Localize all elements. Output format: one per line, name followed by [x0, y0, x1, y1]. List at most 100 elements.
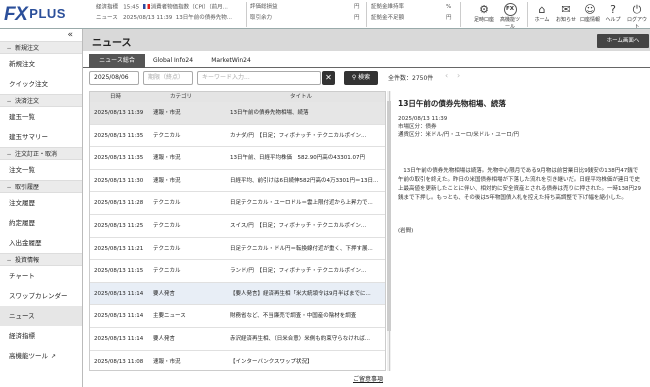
- sidebar-item-order-history[interactable]: 注文履歴: [0, 193, 82, 213]
- detail-title: 13日午前の債券先物相場、続落: [398, 99, 506, 108]
- sidebar-section-new-order[interactable]: − 新規注文: [0, 41, 82, 54]
- table-row[interactable]: 2025/08/13 11:14 主要ニュース 財務省など、不当廉売で調査・中国産の…: [90, 305, 385, 328]
- fx-tools-button[interactable]: FX 高機能ツール: [499, 3, 521, 30]
- tab-global-info24[interactable]: Global Info24: [149, 54, 197, 68]
- margin-ratio-label: 証拠金維持率: [371, 4, 405, 10]
- sidebar: « − 新規注文 新規注文 クイック注文 − 決済注文 建玉一覧 建玉サマリー − 注…: [0, 29, 83, 387]
- ticker-time: 2025/08/13 11:39: [122, 15, 173, 21]
- external-link-icon: ↗: [51, 353, 57, 360]
- row-time: 2025/08/13 11:25: [94, 222, 144, 229]
- sidebar-section-history[interactable]: − 取引履歴: [0, 180, 82, 193]
- sidebar-item-chart[interactable]: チャート: [0, 266, 82, 286]
- sidebar-item-news[interactable]: ニュース: [0, 306, 82, 326]
- row-time: 2025/08/13 11:21: [94, 245, 144, 252]
- home-icon: ⌂: [538, 3, 546, 16]
- ticker-text: 消費者物価指数（CPI）（前月...: [150, 4, 228, 11]
- home-button[interactable]: ⌂ ホーム: [531, 3, 553, 23]
- chart-settings-icon: ⚙: [479, 3, 489, 16]
- row-category: 速報・市況: [153, 358, 181, 365]
- ticker-news[interactable]: ニュース 2025/08/13 11:39 13日午前の債券先物...: [96, 15, 232, 22]
- ticker-label: 経済指標: [96, 4, 119, 11]
- row-time: 2025/08/13 11:08: [94, 358, 144, 365]
- row-title: 【要人発言】経済再生相「米大統領令は9月半ばまでに...: [230, 290, 371, 297]
- account-icon: ☺: [584, 3, 596, 16]
- margin-shortfall-label: 証拠金不足額: [371, 15, 405, 21]
- divider: [366, 2, 367, 27]
- sidebar-item-economic-indicators[interactable]: 経済指標: [0, 326, 82, 346]
- column-header-time: 日時: [110, 94, 122, 100]
- account-info-button[interactable]: ☺ 口座情報: [579, 3, 601, 23]
- tab-marketwin24[interactable]: MarketWin24: [207, 54, 255, 68]
- search-button[interactable]: ⚲ 検索: [344, 71, 378, 85]
- sidebar-item-order-list[interactable]: 注文一覧: [0, 160, 82, 180]
- next-page-icon[interactable]: ›: [457, 71, 460, 80]
- main-content: ニュース ホーム画面へ ニュース総合 Global Info24 MarketW…: [83, 29, 650, 387]
- row-category: テクニカル: [153, 200, 181, 207]
- row-title: ランド/円 【日足；フィボナッチ・テクニカルポイン...: [230, 268, 367, 275]
- notice-link[interactable]: ご留意事項: [353, 374, 383, 383]
- sidebar-item-advanced-tools[interactable]: 高機能ツール ↗: [0, 346, 82, 366]
- divider: [527, 2, 528, 27]
- table-row[interactable]: 2025/08/13 11:08 速報・市況 【インターバンクスワップ状況】: [90, 351, 385, 370]
- date-to-field[interactable]: 期限（終点）: [143, 71, 193, 85]
- detail-market: 市場区分：債券: [398, 124, 437, 130]
- prev-page-icon[interactable]: ‹: [445, 71, 448, 80]
- icon-label: ヘルプ: [605, 17, 621, 23]
- table-row[interactable]: 2025/08/13 11:25 テクニカル スイス/円 【日足；フィボナッチ・テク…: [90, 215, 385, 238]
- sidebar-item-swap-calendar[interactable]: スワップカレンダー: [0, 286, 82, 306]
- logout-button[interactable]: ⏻ ログアウト: [626, 3, 648, 30]
- icon-label: 口座情報: [579, 17, 600, 23]
- news-list: 日時 カテゴリ タイトル 2025/08/13 11:39 速報・市況 13日午前の…: [89, 91, 386, 371]
- column-header-category: カテゴリ: [170, 94, 193, 100]
- row-title: 日経平均、前引けは6日続伸582円高の4万3301円＝13日...: [230, 177, 379, 184]
- row-time: 2025/08/13 11:14: [94, 290, 144, 297]
- table-row[interactable]: 2025/08/13 11:14 要人発言 【要人発言】経済再生相「米大統領令は9月…: [90, 282, 385, 306]
- date-from-field[interactable]: 2025/08/06: [89, 71, 139, 85]
- keyword-input[interactable]: キーワード入力...: [197, 71, 321, 85]
- section-title: 新規注文: [15, 45, 40, 52]
- icon-label: ホーム: [534, 17, 550, 23]
- table-row[interactable]: 2025/08/13 11:21 テクニカル 日足テクニカル・ドル円＝転換線付近が重…: [90, 238, 385, 261]
- detail-datetime: 2025/08/13 11:39: [398, 116, 448, 122]
- table-row[interactable]: 2025/08/13 11:30 速報・市況 日経平均、前引けは6日続伸582円高の…: [90, 170, 385, 193]
- table-row[interactable]: 2025/08/13 11:35 速報・市況 13日午前、日経平均株価 582.90…: [90, 147, 385, 170]
- fxplus-logo[interactable]: FX PLUS: [4, 2, 84, 26]
- row-category: 要人発言: [153, 335, 176, 342]
- unit-yen: 円: [354, 4, 360, 10]
- icon-label: 足時口座: [473, 17, 494, 23]
- section-title: 注文訂正・取消: [15, 151, 58, 158]
- sidebar-item-positions[interactable]: 建玉一覧: [0, 107, 82, 127]
- collapse-sidebar-icon[interactable]: «: [0, 29, 82, 41]
- unit-yen: 円: [354, 15, 360, 21]
- sidebar-item-position-summary[interactable]: 建玉サマリー: [0, 127, 82, 147]
- notifications-button[interactable]: ✉ お知らせ: [555, 3, 577, 23]
- sidebar-item-quick-order[interactable]: クイック注文: [0, 74, 82, 94]
- row-title: 赤沢経済再生相、（日米合意）米側も約束守らなければ...: [230, 335, 370, 342]
- home-screen-button[interactable]: ホーム画面へ: [597, 34, 649, 48]
- table-row[interactable]: 2025/08/13 11:28 テクニカル 日足テクニカル・ユーロドル＝雲上限付近…: [90, 192, 385, 215]
- row-title: スイス/円 【日足；フィボナッチ・テクニカルポイン...: [230, 222, 367, 229]
- total-pl-label: 評価総損益: [250, 4, 278, 10]
- sidebar-section-close-order[interactable]: − 決済注文: [0, 94, 82, 107]
- ticker-text: 13日午前の債券先物...: [175, 15, 233, 21]
- search-icon: ⚲: [351, 74, 357, 81]
- help-button[interactable]: ? ヘルプ: [602, 3, 624, 23]
- table-row[interactable]: 2025/08/13 11:39 速報・市況 13日午前の債券先物相場、続落: [90, 102, 385, 125]
- divider: [460, 2, 461, 27]
- logo-text: FX: [4, 4, 28, 25]
- sidebar-item-deposit-history[interactable]: 入出金履歴: [0, 233, 82, 253]
- chart-settings-button[interactable]: ⚙ 足時口座: [473, 3, 495, 23]
- tab-news-general[interactable]: ニュース総合: [89, 54, 145, 68]
- clear-icon[interactable]: ✕: [322, 71, 335, 85]
- sidebar-item-new-order[interactable]: 新規注文: [0, 54, 82, 74]
- page-title: ニュース: [92, 38, 132, 49]
- table-row[interactable]: 2025/08/13 11:15 テクニカル ランド/円 【日足；フィボナッチ・テク…: [90, 260, 385, 283]
- table-row[interactable]: 2025/08/13 11:14 要人発言 赤沢経済再生相、（日米合意）米側も約束守…: [90, 328, 385, 351]
- table-row[interactable]: 2025/08/13 11:35 テクニカル カナダ/円 【日足；フィボナッチ・テク…: [90, 125, 385, 148]
- icon-label: お知らせ: [556, 17, 576, 23]
- sidebar-section-investment-info[interactable]: − 投資情報: [0, 253, 82, 266]
- help-icon: ?: [610, 3, 616, 16]
- sidebar-section-order-edit[interactable]: − 注文訂正・取消: [0, 147, 82, 160]
- ticker-economic[interactable]: 経済指標 15:45 消費者物価指数（CPI）（前月...: [96, 4, 228, 12]
- sidebar-item-execution-history[interactable]: 約定履歴: [0, 213, 82, 233]
